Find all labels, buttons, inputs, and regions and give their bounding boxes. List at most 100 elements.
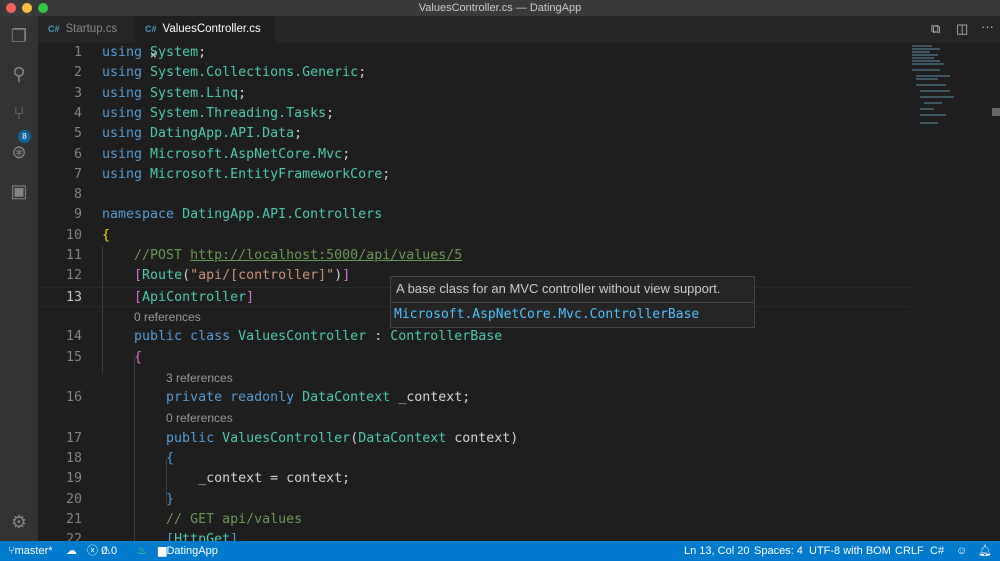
close-window-button[interactable] [6,3,16,13]
references-count[interactable]: 0 references [166,408,233,428]
code-token: ApiController [142,289,247,305]
code-text: // GET api/values [102,510,302,530]
source-control-icon[interactable]: ⑂ [7,101,31,125]
feedback-icon[interactable]: ☺ [956,541,967,561]
tab-bar: C# Startup.cs C# ValuesController.cs × ⧉ ◫… [38,16,1000,62]
tab-startup[interactable]: C# Startup.cs [38,16,135,43]
code-text: public class ValuesController : Controll… [102,327,502,347]
code-text: } [102,490,174,510]
code-text: { [102,348,142,368]
codelens-references[interactable]: 0 references [38,408,910,428]
gear-icon[interactable]: ⚙ [7,510,31,534]
code-line: 20 } [38,490,910,510]
sync-icon[interactable]: ☁ [66,541,77,561]
line-number: 17 [65,430,82,446]
references-count[interactable]: 3 references [166,368,233,388]
code-token: { [102,227,111,243]
tab-label: ValuesController.cs [162,23,261,35]
more-actions-icon[interactable]: ··· [981,19,994,34]
code-line: 7 using Microsoft.EntityFrameworkCore; [38,165,910,185]
line-ending[interactable]: CRLF [895,541,924,561]
code-token: ( [182,268,191,284]
code-text: using System.Collections.Generic; [102,63,366,83]
code-text: //POST http://localhost:5000/api/values/… [102,246,462,266]
code-token: _context; [390,390,471,406]
code-token: _context = context; [102,471,351,487]
minimize-window-button[interactable] [22,3,32,13]
code-token: System.Collections.Generic [150,65,359,81]
line-number: 15 [65,349,82,365]
line-number: 14 [65,329,82,345]
tab-valuescontroller[interactable]: C# ValuesController.cs × [135,16,275,62]
cursor-position[interactable]: Ln 13, Col 20 [684,541,749,561]
indent-guide [102,246,103,373]
project-name: DatingApp [166,545,218,557]
status-bar: ⑂ master* ☁ ⓧ 0 ⚠ 0 ♨ ▆ DatingApp Ln 13,… [0,541,1000,561]
branch-indicator[interactable]: ⑂ master* [8,541,53,561]
project-indicator[interactable]: ▆ DatingApp [158,541,218,561]
code-text: [Route("api/[controller]")] [102,266,350,286]
warning-count: 0 [110,545,118,557]
notifications-icon[interactable]: 🔔︎ [978,541,992,561]
minimap[interactable] [910,43,990,133]
code-token: // GET api/values [166,511,303,527]
code-token: ] [342,268,351,284]
line-number: 6 [73,146,82,162]
code-token: using [102,166,151,182]
tab-label: Startup.cs [65,23,118,35]
code-text: using DatingApp.API.Data; [102,124,302,144]
code-token: { [166,451,175,466]
line-number: 9 [73,207,82,223]
code-token: System.Threading.Tasks [150,105,327,121]
code-token: } [166,491,175,507]
line-number: 12 [65,268,82,284]
code-token: ValuesController [222,430,351,446]
code-token: public [166,430,223,446]
code-token: [ [134,289,143,305]
debug-icon[interactable]: ⊛ [7,140,31,164]
code-text: using Microsoft.AspNetCore.Mvc; [102,145,350,165]
csharp-icon: C# [48,24,60,34]
open-preview-icon[interactable]: ⧉ [931,21,940,37]
indentation[interactable]: Spaces: 4 [754,541,803,561]
language-mode[interactable]: C# [930,541,944,561]
code-token: { [134,349,143,365]
references-count[interactable]: 0 references [134,307,201,327]
title-bar: ValuesController.cs — DatingApp [0,0,1000,16]
code-token: using [102,45,151,60]
code-token: Route [142,268,183,284]
code-token: context) [446,430,519,446]
extensions-icon[interactable]: ▣ [7,179,31,203]
codelens-references[interactable]: 3 references [38,368,910,388]
code-text: using System.Linq; [102,84,246,104]
code-text: [ApiController] [102,288,254,308]
code-token: ; [342,146,351,162]
search-icon[interactable]: ⚲ [7,62,31,86]
editor-scrollbar[interactable] [990,43,1000,541]
code-token: using [102,126,151,142]
problems-indicator[interactable]: ⓧ 0 ⚠ 0 [87,541,117,561]
csharp-icon: C# [145,24,157,34]
maximize-window-button[interactable] [38,3,48,13]
code-text: public ValuesController(DataContext cont… [102,429,518,449]
split-editor-icon[interactable]: ◫ [956,21,968,37]
explorer-icon[interactable]: ❐ [7,24,31,48]
encoding[interactable]: UTF-8 with BOM [809,541,891,561]
code-line: 6 using Microsoft.AspNetCore.Mvc; [38,145,910,165]
code-token: System [150,45,199,60]
line-number: 13 [65,289,82,305]
code-line: 16 private readonly DataContext _context… [38,388,910,408]
line-number: 8 [73,187,82,203]
code-token: ValuesController [238,329,367,345]
flame-icon[interactable]: ♨ [137,541,147,561]
line-number: 1 [73,45,82,60]
hover-signature: Microsoft.AspNetCore.Mvc.ControllerBase [394,307,700,322]
window-title: ValuesController.cs — DatingApp [418,2,582,14]
code-token: ( [350,430,359,446]
code-text: { [102,449,174,469]
code-text: _context = context; [102,469,350,489]
